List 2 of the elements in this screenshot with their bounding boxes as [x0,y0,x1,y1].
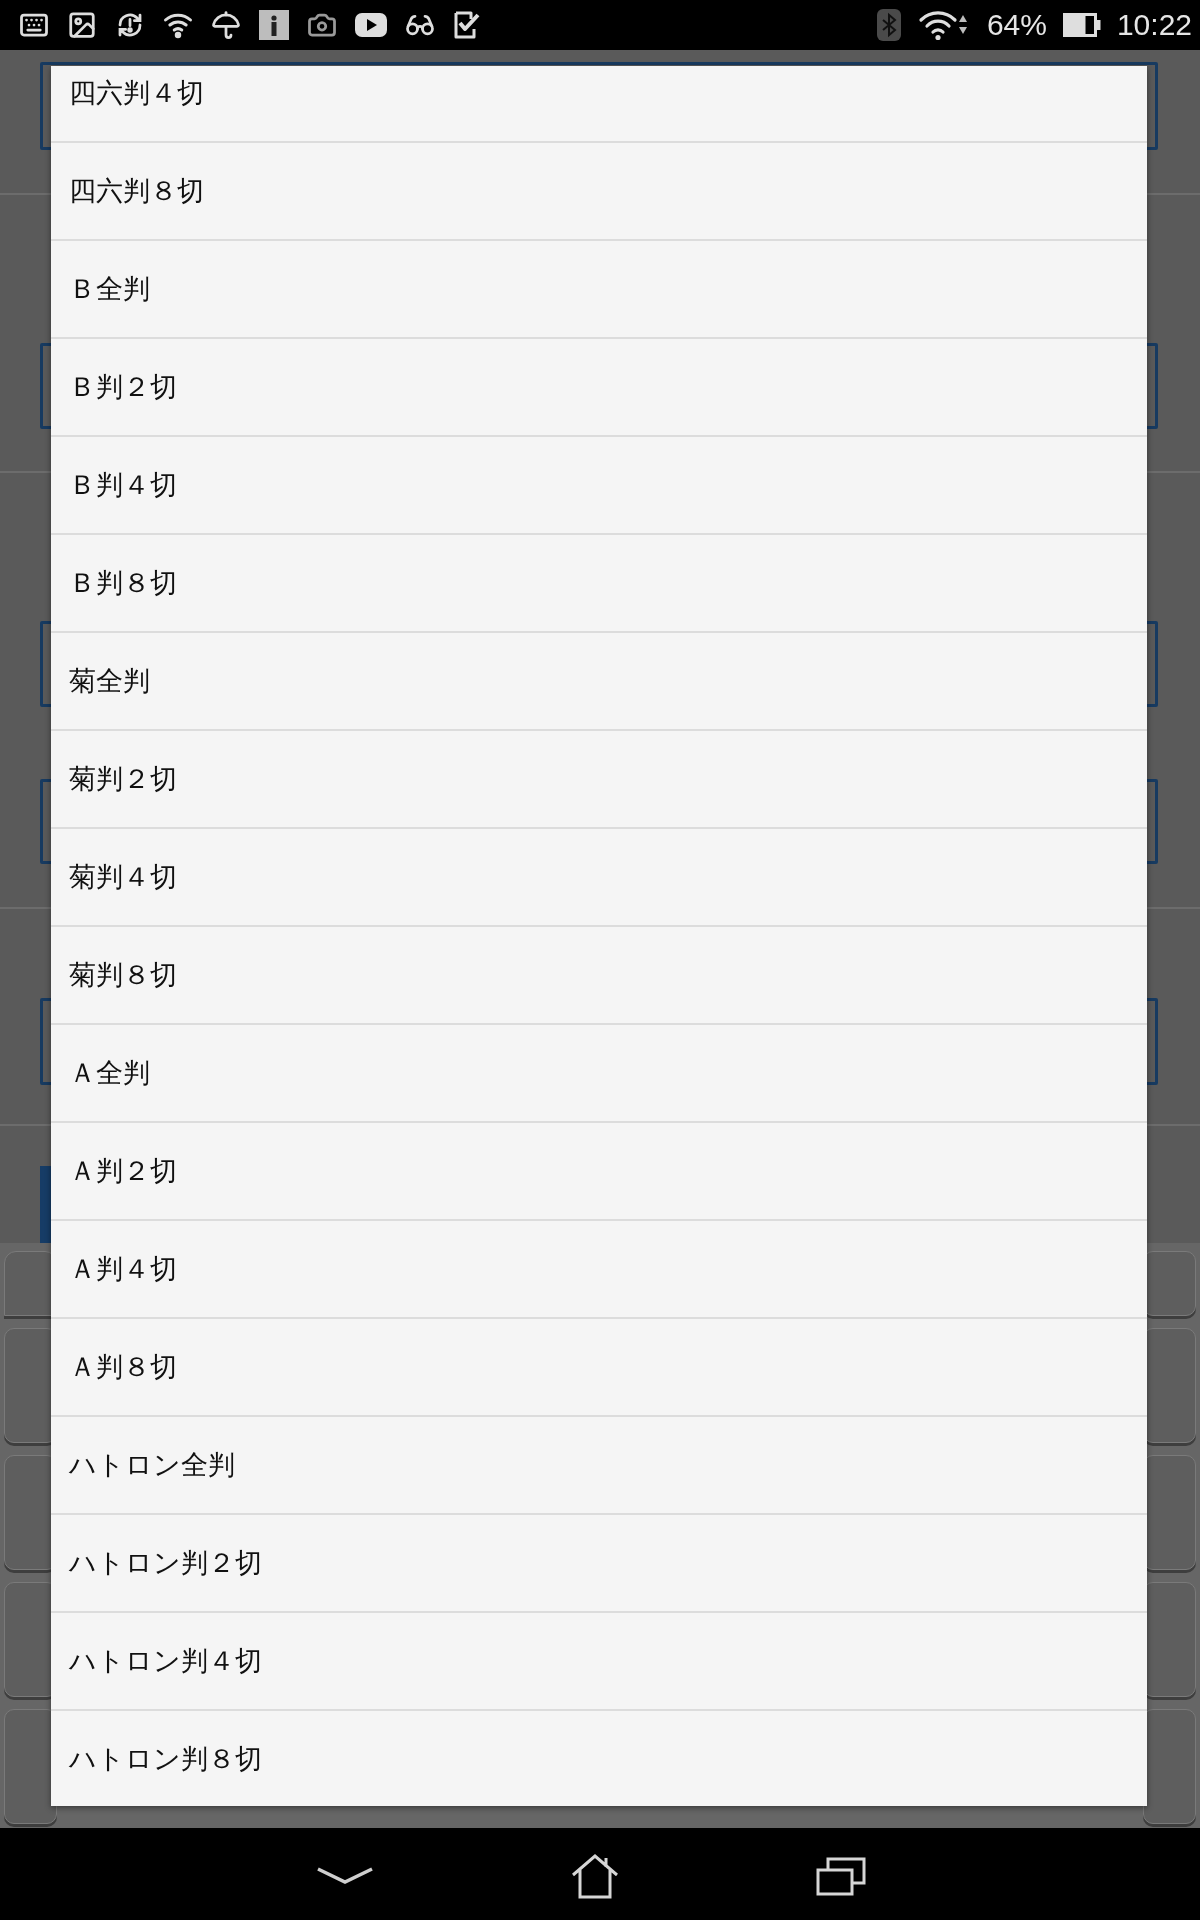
battery-percent: 64% [986,10,1047,40]
clock-time: 10:22 [1116,10,1192,40]
